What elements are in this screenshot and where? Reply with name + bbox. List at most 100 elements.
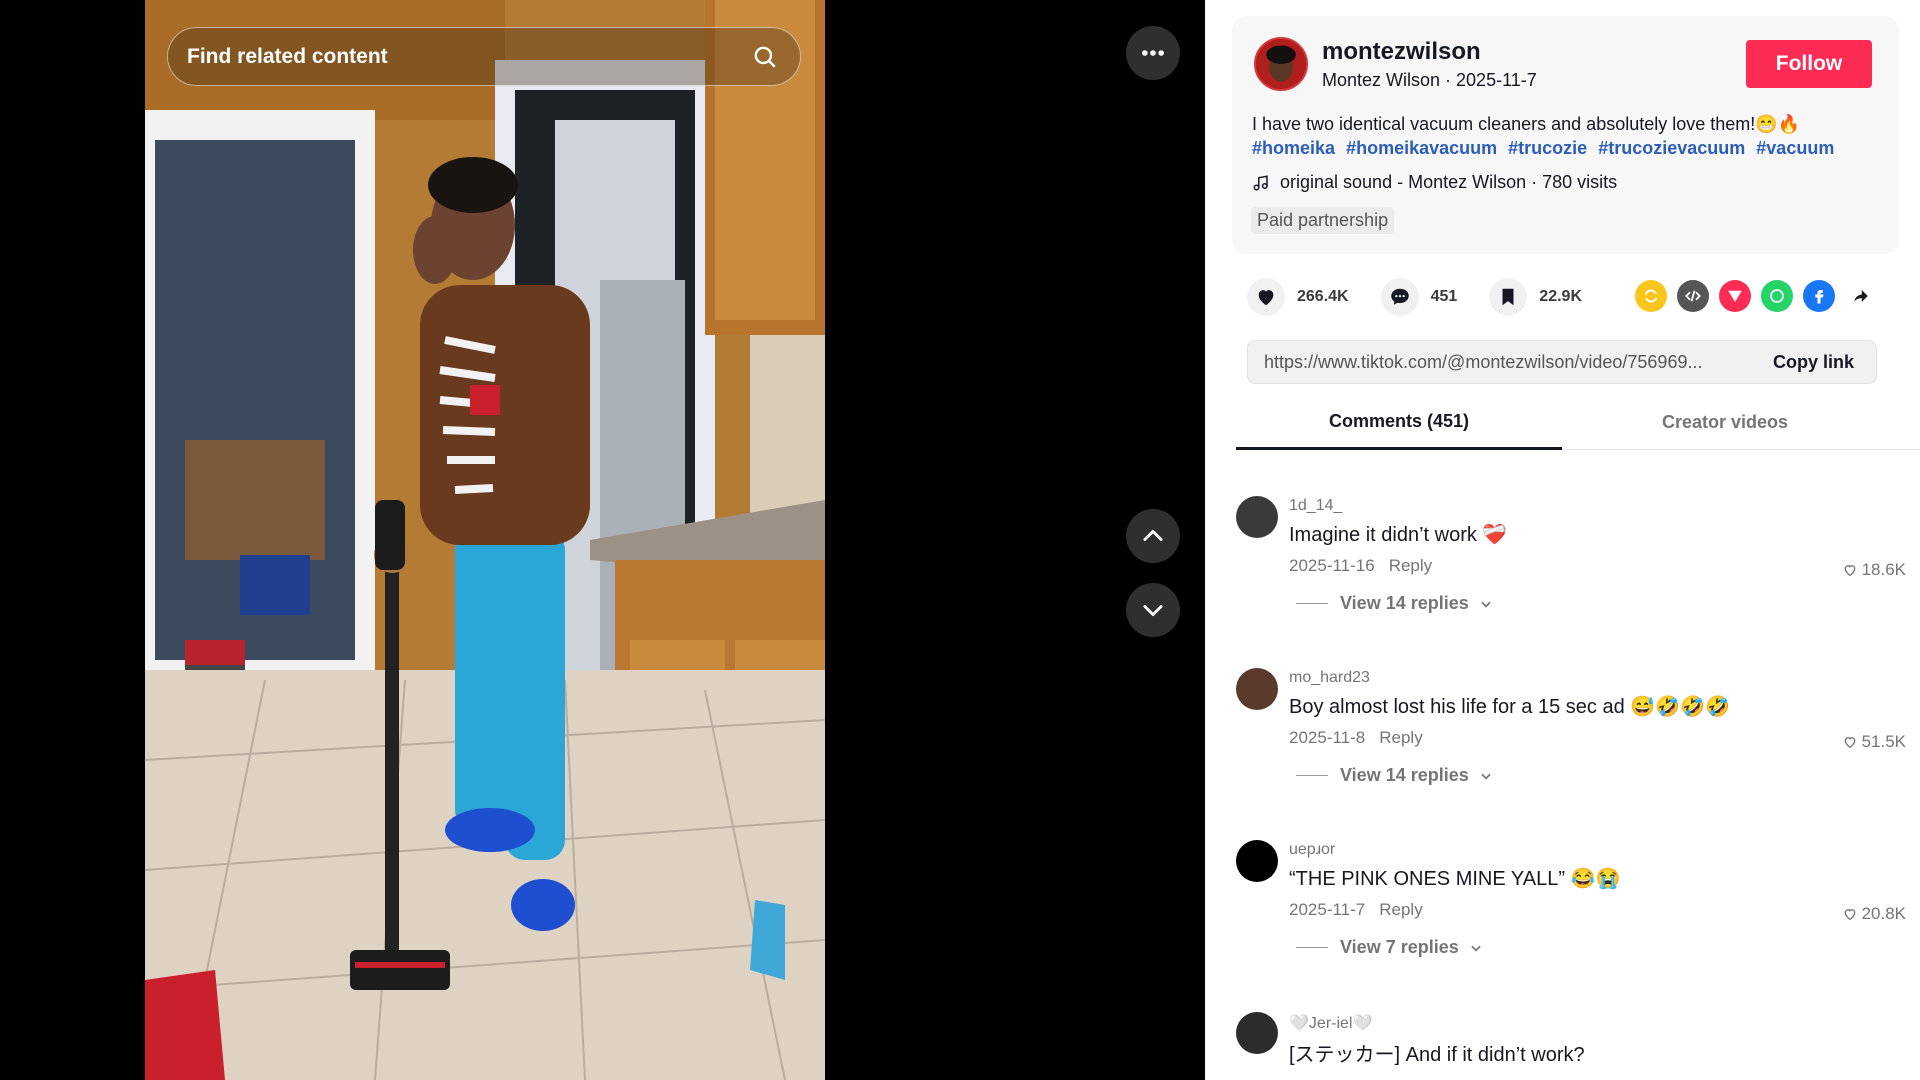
save-count: 22.9K — [1539, 288, 1582, 305]
share-icons — [1635, 280, 1877, 312]
comment-like-button[interactable]: 18.6K — [1842, 560, 1906, 580]
reply-button[interactable]: Reply — [1379, 900, 1422, 919]
facebook-icon[interactable] — [1803, 280, 1835, 312]
video-player[interactable] — [145, 0, 825, 1080]
comment-count: 451 — [1430, 288, 1458, 305]
hashtag-link[interactable]: #homeika — [1252, 138, 1335, 158]
view-replies-button[interactable]: View 14 replies — [1296, 593, 1493, 614]
hashtag-link[interactable]: #homeikavacuum — [1346, 138, 1497, 158]
action-bar: 266.4K 451 22.9K — [1247, 278, 1614, 316]
commenter-avatar[interactable] — [1236, 668, 1278, 710]
divider — [1296, 603, 1328, 604]
description-text: I have two identical vacuum cleaners and… — [1252, 114, 1801, 134]
comment-username[interactable]: 1d_14_ — [1289, 497, 1342, 515]
heart-outline-icon — [1844, 565, 1855, 577]
embed-glyph — [1684, 290, 1702, 302]
avatar-image — [1256, 39, 1306, 89]
comment-like-count: 51.5K — [1861, 732, 1906, 751]
view-replies-label: View 7 replies — [1340, 937, 1459, 957]
chevron-down-icon — [1481, 773, 1491, 780]
music-row[interactable]: original sound - Montez Wilson · 780 vis… — [1252, 172, 1617, 193]
previous-video-button[interactable] — [1126, 509, 1180, 563]
paid-partnership-label: Paid partnership — [1251, 207, 1395, 234]
commenter-avatar[interactable] — [1236, 1012, 1278, 1054]
comment-like-count: 20.8K — [1861, 904, 1906, 923]
share-arrow-icon[interactable] — [1845, 280, 1877, 312]
comment-icon — [1390, 288, 1409, 305]
comment-username[interactable]: uepɹor — [1289, 841, 1335, 859]
reply-button[interactable]: Reply — [1389, 556, 1432, 575]
creator-avatar[interactable] — [1254, 37, 1308, 91]
save-button[interactable]: 22.9K — [1489, 278, 1582, 316]
comment-username[interactable]: mo_hard23 — [1289, 669, 1370, 687]
post-description: I have two identical vacuum cleaners and… — [1252, 112, 1872, 160]
search-placeholder: Find related content — [187, 44, 388, 68]
share-url[interactable]: https://www.tiktok.com/@montezwilson/vid… — [1264, 352, 1773, 373]
hashtag-link[interactable]: #trucozie — [1508, 138, 1587, 158]
hashtag-link[interactable]: #vacuum — [1756, 138, 1834, 158]
bookmark-icon — [1502, 288, 1514, 306]
chevron-down-icon — [1143, 605, 1163, 617]
next-video-button[interactable] — [1126, 583, 1180, 637]
comment-text: [ステッカー] And if it didn’t work? — [1289, 1044, 1585, 1066]
whatsapp-glyph — [1770, 289, 1784, 303]
music-text: original sound - Montez Wilson · 780 vis… — [1280, 172, 1618, 192]
copy-link-button[interactable]: Copy link — [1773, 352, 1854, 373]
comment-date: 2025-11-7 — [1289, 900, 1366, 919]
heart-icon — [1258, 290, 1274, 306]
divider — [1296, 947, 1328, 948]
share-link-box: https://www.tiktok.com/@montezwilson/vid… — [1247, 340, 1877, 384]
comment-meta: 2025-11-16 Reply — [1289, 556, 1432, 576]
share-arrow-glyph — [1854, 290, 1868, 302]
whatsapp-icon[interactable] — [1761, 280, 1793, 312]
commenter-avatar[interactable] — [1236, 496, 1278, 538]
tab-creator-videos[interactable]: Creator videos — [1562, 395, 1888, 450]
comment-text: Imagine it didn’t work ❤️‍🩹 — [1289, 524, 1508, 546]
creator-display-date: Montez Wilson · 2025-11-7 — [1322, 70, 1537, 90]
creator-username[interactable]: montezwilson — [1322, 38, 1481, 66]
send-icon[interactable] — [1719, 280, 1751, 312]
like-button[interactable]: 266.4K — [1247, 278, 1349, 316]
comment-meta: 2025-11-7 Reply — [1289, 900, 1423, 920]
heart-outline-icon — [1844, 909, 1855, 921]
view-replies-label: View 14 replies — [1340, 765, 1469, 785]
chevron-down-icon — [1471, 945, 1481, 952]
hashtag-list: #homeika #homeikavacuum #trucozie #truco… — [1252, 136, 1872, 160]
chevron-up-icon — [1143, 529, 1163, 541]
heart-outline-icon — [1844, 737, 1855, 749]
comment-meta: 2025-11-8 Reply — [1289, 728, 1423, 748]
facebook-glyph — [1815, 290, 1824, 304]
more-dots-icon — [1142, 50, 1164, 56]
find-related-search[interactable]: Find related content — [167, 27, 801, 86]
comment-text: Boy almost lost his life for a 15 sec ad… — [1289, 696, 1730, 718]
comment-like-count: 18.6K — [1861, 560, 1906, 579]
like-count: 266.4K — [1297, 288, 1349, 305]
chevron-down-icon — [1481, 601, 1491, 608]
comment-date: 2025-11-16 — [1289, 556, 1375, 575]
view-replies-button[interactable]: View 7 replies — [1296, 937, 1483, 958]
music-note-icon — [1253, 174, 1268, 190]
comment-username[interactable]: 🤍Jer-iel🤍 — [1289, 1013, 1372, 1033]
comment-button[interactable]: 451 — [1380, 278, 1458, 316]
comment-like-button[interactable]: 51.5K — [1842, 732, 1906, 752]
comment-text: “THE PINK ONES MINE YALL” 😂😭 — [1289, 868, 1621, 890]
repost-glyph — [1644, 289, 1658, 303]
comment-date: 2025-11-8 — [1289, 728, 1366, 747]
embed-icon[interactable] — [1677, 280, 1709, 312]
divider — [1296, 775, 1328, 776]
view-replies-button[interactable]: View 14 replies — [1296, 765, 1493, 786]
send-glyph — [1728, 290, 1742, 302]
comment-like-button[interactable]: 20.8K — [1842, 904, 1906, 924]
view-replies-label: View 14 replies — [1340, 593, 1469, 613]
reply-button[interactable]: Reply — [1379, 728, 1422, 747]
search-icon[interactable] — [752, 44, 778, 70]
commenter-avatar[interactable] — [1236, 840, 1278, 882]
video-frame-illustration — [145, 0, 825, 1080]
panel-tabs: Comments (451) Creator videos — [1236, 395, 1920, 450]
follow-button[interactable]: Follow — [1746, 40, 1872, 88]
tab-comments[interactable]: Comments (451) — [1236, 395, 1562, 450]
repost-icon[interactable] — [1635, 280, 1667, 312]
more-options-button[interactable] — [1126, 26, 1180, 80]
video-stage: Find related content — [0, 0, 1205, 1080]
hashtag-link[interactable]: #trucozievacuum — [1598, 138, 1745, 158]
